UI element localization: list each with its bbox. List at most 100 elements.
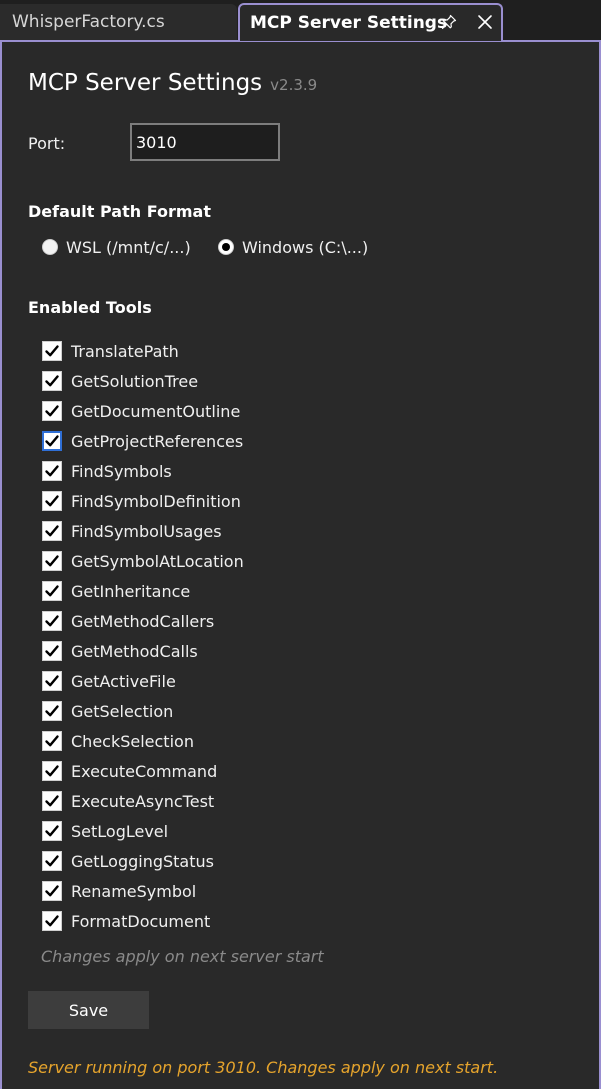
checkbox[interactable]	[42, 791, 62, 811]
checkbox[interactable]	[42, 491, 62, 511]
checkbox[interactable]	[42, 881, 62, 901]
checkbox[interactable]	[42, 851, 62, 871]
tool-item[interactable]: GetSolutionTree	[42, 366, 442, 396]
tool-label: TranslatePath	[71, 341, 179, 361]
tool-item[interactable]: SetLogLevel	[42, 816, 442, 846]
checkbox[interactable]	[42, 671, 62, 691]
tool-label: ExecuteCommand	[71, 761, 218, 781]
tool-label: FindSymbolUsages	[71, 521, 222, 541]
checkmark-icon	[45, 495, 59, 507]
close-icon[interactable]	[474, 5, 496, 39]
checkbox[interactable]	[42, 731, 62, 751]
checkbox[interactable]	[42, 371, 62, 391]
tool-label: FindSymbolDefinition	[71, 491, 241, 511]
tool-label: RenameSymbol	[71, 881, 197, 901]
radio-circle[interactable]	[218, 239, 234, 255]
tool-item[interactable]: FindSymbolDefinition	[42, 486, 442, 516]
tool-label: CheckSelection	[71, 731, 194, 751]
checkmark-icon	[45, 525, 59, 537]
tool-item[interactable]: GetLoggingStatus	[42, 846, 442, 876]
tool-label: SetLogLevel	[71, 821, 169, 841]
tool-label: FindSymbols	[71, 461, 172, 481]
tab-whisperfactory[interactable]: WhisperFactory.cs	[0, 4, 237, 40]
tool-label: FormatDocument	[71, 911, 211, 931]
checkmark-icon	[45, 345, 59, 357]
checkmark-icon	[45, 675, 59, 687]
tool-item[interactable]: GetInheritance	[42, 576, 442, 606]
checkmark-icon	[45, 465, 59, 477]
tool-label: GetSymbolAtLocation	[71, 551, 244, 571]
checkmark-icon	[45, 705, 59, 717]
checkbox[interactable]	[42, 761, 62, 781]
checkbox[interactable]	[42, 431, 62, 451]
tool-item[interactable]: GetActiveFile	[42, 666, 442, 696]
radio-circle[interactable]	[42, 239, 58, 255]
hint-text: Changes apply on next server start	[41, 947, 324, 966]
tool-label: GetDocumentOutline	[71, 401, 241, 421]
save-button[interactable]: Save	[28, 991, 149, 1029]
checkbox[interactable]	[42, 341, 62, 361]
tool-label: GetSolutionTree	[71, 371, 199, 391]
tool-item[interactable]: GetSelection	[42, 696, 442, 726]
checkbox[interactable]	[42, 551, 62, 571]
checkmark-icon	[45, 885, 59, 897]
radio-label: Windows (C:\...)	[242, 237, 369, 257]
page-title: MCP Server Settings v2.3.9	[28, 70, 317, 96]
tool-label: GetProjectReferences	[71, 431, 244, 451]
tool-item[interactable]: FormatDocument	[42, 906, 442, 936]
checkbox[interactable]	[42, 521, 62, 541]
tool-item[interactable]: RenameSymbol	[42, 876, 442, 906]
tool-item[interactable]: CheckSelection	[42, 726, 442, 756]
tool-label: GetLoggingStatus	[71, 851, 214, 871]
checkmark-icon	[45, 405, 59, 417]
checkbox[interactable]	[42, 611, 62, 631]
checkbox[interactable]	[42, 701, 62, 721]
port-input[interactable]	[130, 123, 280, 161]
checkmark-icon	[45, 435, 59, 447]
tool-list: TranslatePath GetSolutionTree GetDocumentO…	[42, 336, 442, 936]
path-format-heading: Default Path Format	[28, 202, 211, 221]
tab-strip: WhisperFactory.cs MCP Server Settings	[0, 0, 601, 41]
checkmark-icon	[45, 735, 59, 747]
checkbox[interactable]	[42, 581, 62, 601]
radio-wsl[interactable]: WSL (/mnt/c/...)	[42, 236, 191, 258]
radio-label: WSL (/mnt/c/...)	[66, 237, 191, 257]
radio-windows[interactable]: Windows (C:\...)	[218, 236, 368, 258]
tool-item[interactable]: ExecuteAsyncTest	[42, 786, 442, 816]
checkmark-icon	[45, 915, 59, 927]
port-label: Port:	[28, 134, 66, 153]
tool-item[interactable]: FindSymbols	[42, 456, 442, 486]
checkmark-icon	[45, 795, 59, 807]
checkmark-icon	[45, 645, 59, 657]
checkbox[interactable]	[42, 911, 62, 931]
tool-label: GetMethodCalls	[71, 641, 198, 661]
version-label: v2.3.9	[270, 76, 318, 94]
tool-item[interactable]: TranslatePath	[42, 336, 442, 366]
tool-item[interactable]: ExecuteCommand	[42, 756, 442, 786]
tool-label: GetSelection	[71, 701, 174, 721]
tool-item[interactable]: GetDocumentOutline	[42, 396, 442, 426]
tool-item[interactable]: GetSymbolAtLocation	[42, 546, 442, 576]
tool-label: ExecuteAsyncTest	[71, 791, 215, 811]
title-text: MCP Server Settings	[28, 70, 263, 96]
checkbox[interactable]	[42, 641, 62, 661]
checkbox[interactable]	[42, 821, 62, 841]
tool-item[interactable]: FindSymbolUsages	[42, 516, 442, 546]
checkbox[interactable]	[42, 401, 62, 421]
tab-mcp-server-settings[interactable]: MCP Server Settings	[238, 3, 503, 41]
tool-label: GetActiveFile	[71, 671, 176, 691]
tool-item[interactable]: GetMethodCallers	[42, 606, 442, 636]
tool-label: GetInheritance	[71, 581, 191, 601]
checkmark-icon	[45, 585, 59, 597]
status-message: Server running on port 3010. Changes app…	[28, 1058, 499, 1077]
enabled-tools-heading: Enabled Tools	[28, 298, 152, 317]
checkmark-icon	[45, 615, 59, 627]
tab-label: WhisperFactory.cs	[12, 12, 165, 32]
tool-item[interactable]: GetProjectReferences	[42, 426, 442, 456]
checkbox[interactable]	[42, 461, 62, 481]
pin-icon[interactable]	[438, 5, 460, 39]
checkmark-icon	[45, 825, 59, 837]
checkmark-icon	[45, 855, 59, 867]
checkmark-icon	[45, 765, 59, 777]
tool-item[interactable]: GetMethodCalls	[42, 636, 442, 666]
